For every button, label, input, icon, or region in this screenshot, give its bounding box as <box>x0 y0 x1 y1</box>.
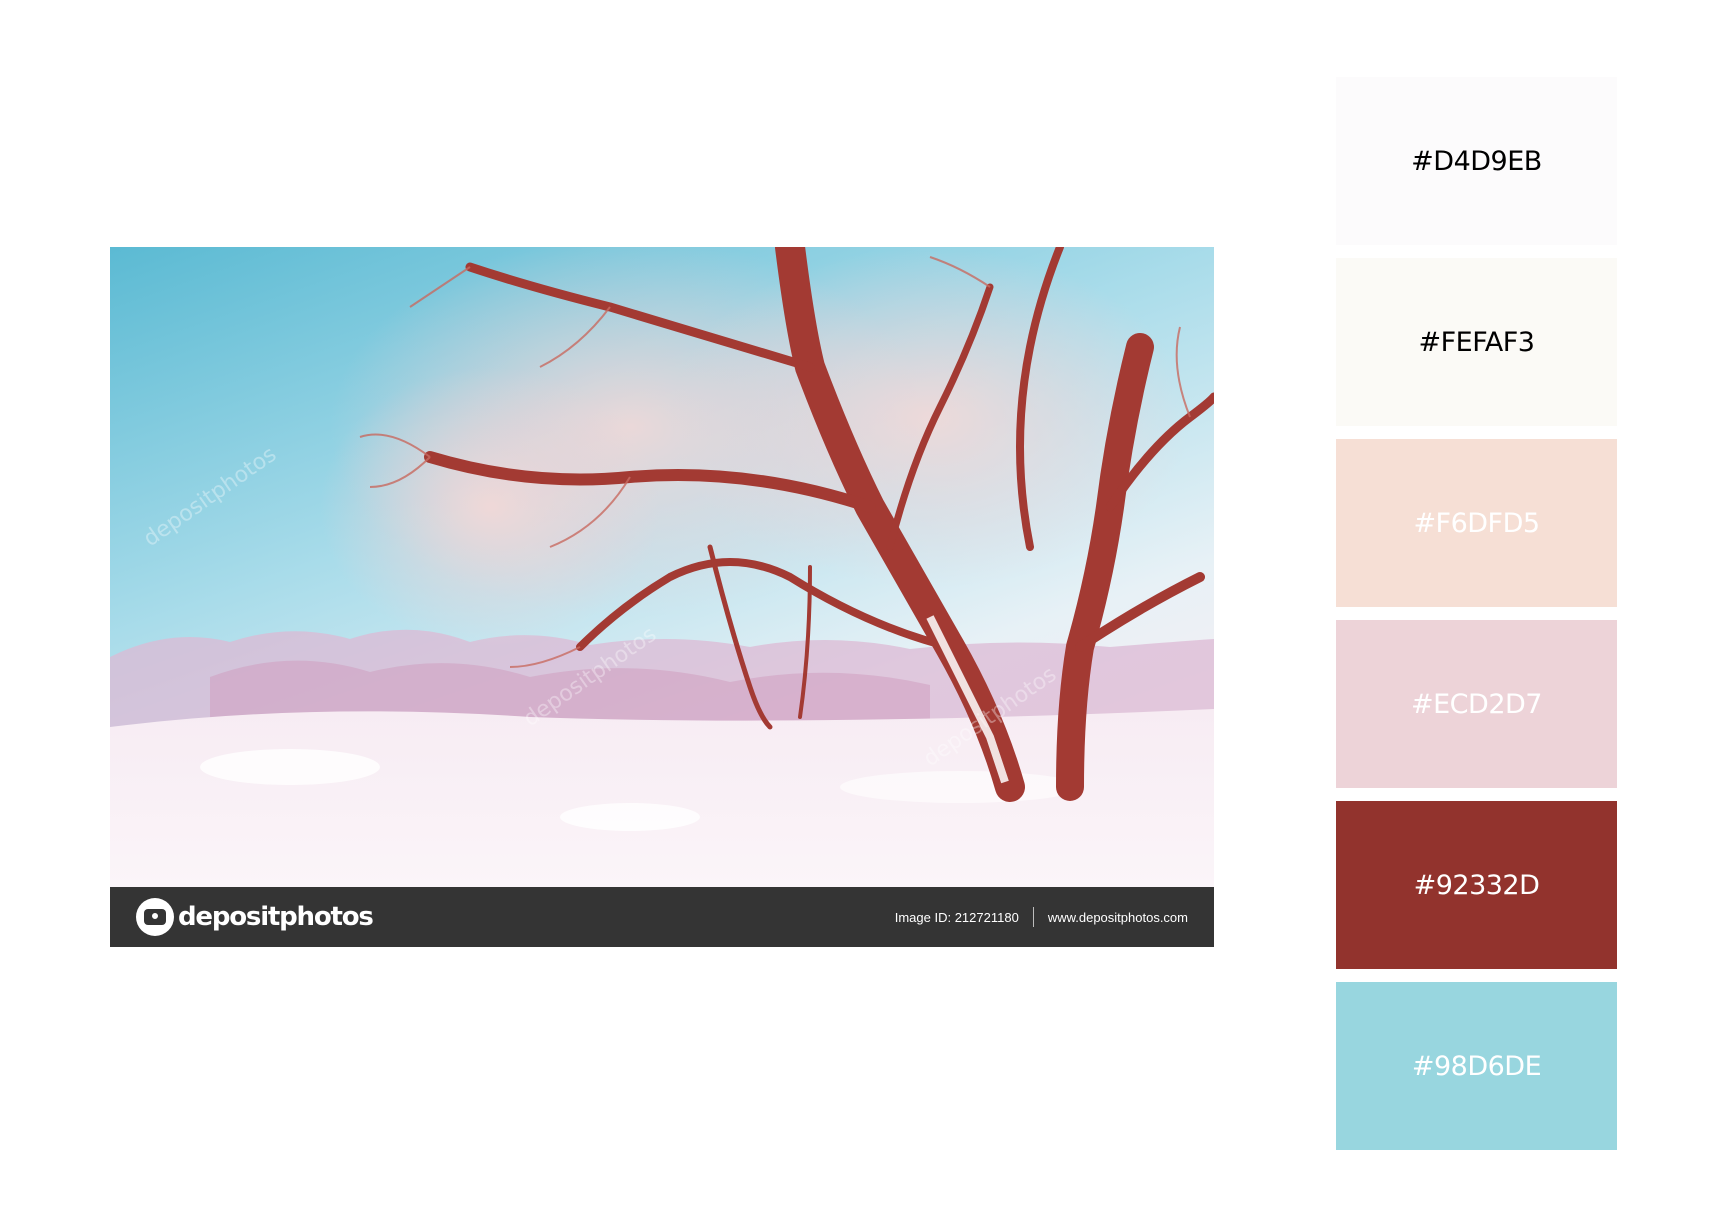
photo-caption-bar: depositphotos Image ID: 212721180 www.de… <box>110 887 1214 947</box>
site-url-text: www.depositphotos.com <box>1047 909 1188 925</box>
swatch-hex-label: #ECD2D7 <box>1411 688 1542 720</box>
color-palette: #D4D9EB #FEFAF3 #F6DFD5 #ECD2D7 #92332D #98D6… <box>1336 77 1617 1163</box>
color-swatch: #92332D <box>1336 801 1617 969</box>
caption-info: Image ID: 212721180 www.depositphotos.co… <box>895 907 1188 927</box>
brand-name: depositphotos <box>178 902 374 932</box>
caption-divider <box>1032 907 1034 927</box>
color-swatch: #D4D9EB <box>1336 77 1617 245</box>
camera-icon <box>136 898 174 936</box>
color-swatch: #98D6DE <box>1336 982 1617 1150</box>
winter-tree-landscape-image: depositphotos depositphotos depositphoto… <box>110 247 1214 887</box>
swatch-hex-label: #FEFAF3 <box>1418 326 1535 358</box>
swatch-hex-label: #98D6DE <box>1411 1050 1542 1082</box>
stock-photo: depositphotos depositphotos depositphoto… <box>110 247 1214 947</box>
color-swatch: #ECD2D7 <box>1336 620 1617 788</box>
swatch-hex-label: #92332D <box>1413 869 1540 901</box>
swatch-hex-label: #F6DFD5 <box>1413 507 1540 539</box>
color-swatch: #F6DFD5 <box>1336 439 1617 607</box>
image-id-text: Image ID: 212721180 <box>894 909 1019 925</box>
depositphotos-logo: depositphotos <box>136 898 374 936</box>
color-swatch: #FEFAF3 <box>1336 258 1617 426</box>
swatch-hex-label: #D4D9EB <box>1411 145 1542 177</box>
